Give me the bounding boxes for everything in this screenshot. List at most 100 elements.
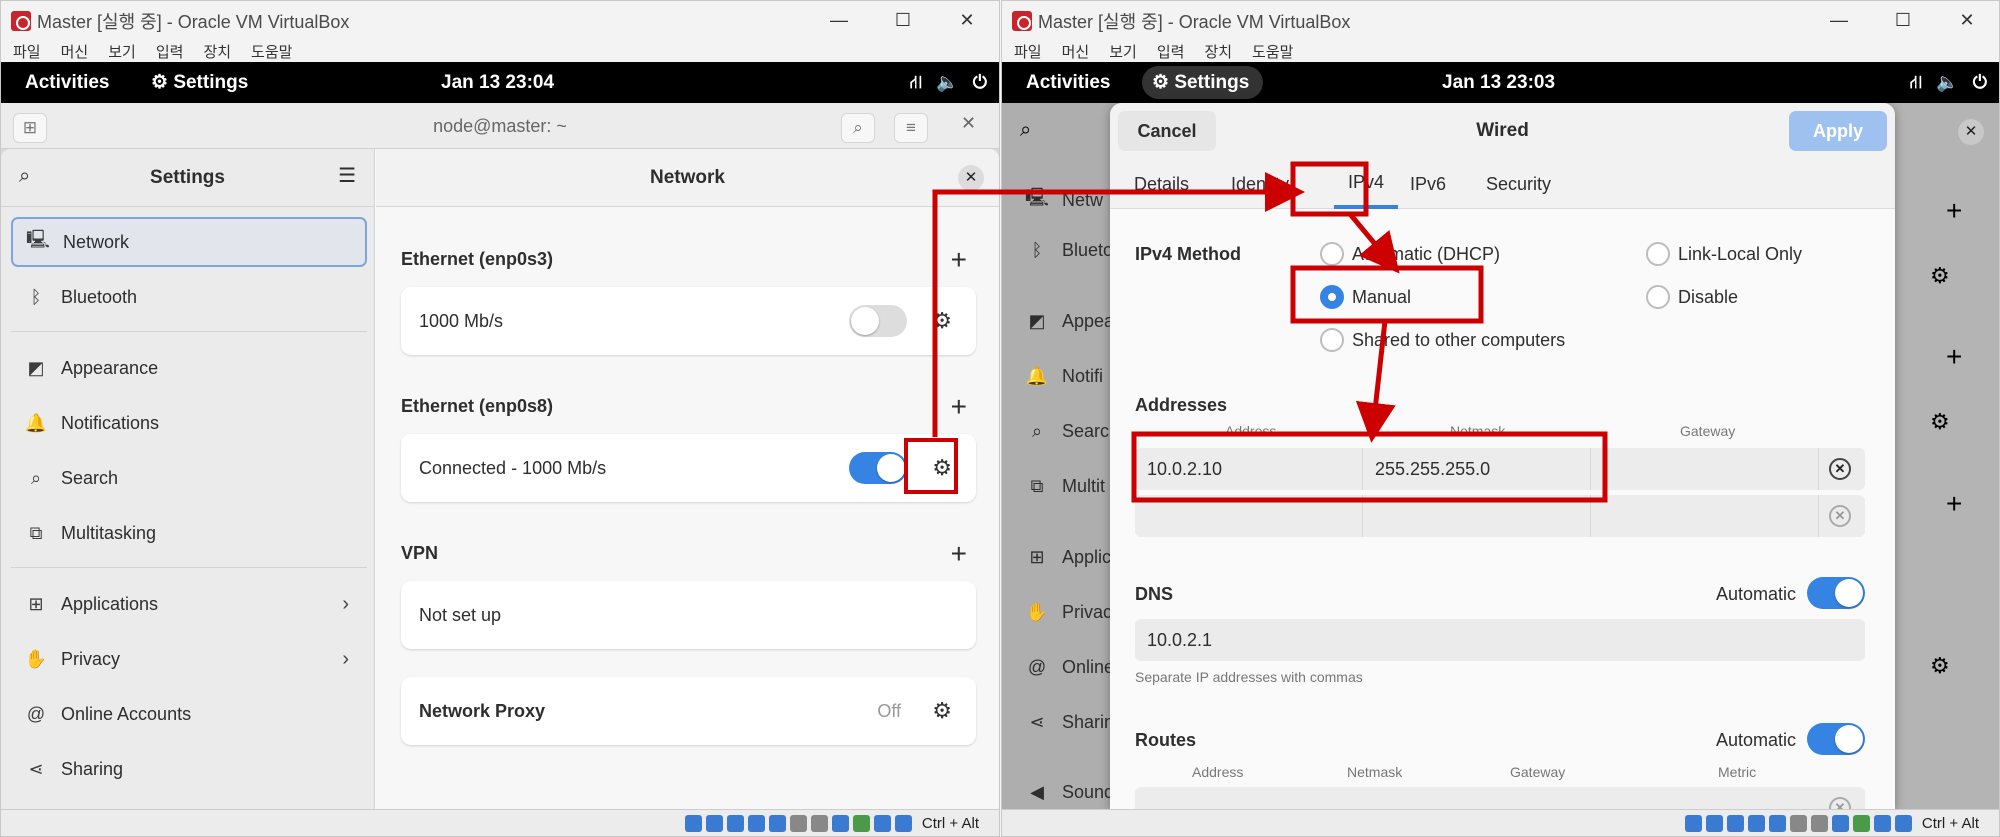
terminal-close-icon[interactable]: ✕ bbox=[961, 113, 976, 134]
share-icon: ⋖ bbox=[28, 758, 44, 779]
sidebar-item-bluetooth[interactable]: ᛒ Bluetooth bbox=[11, 272, 367, 322]
gateway-input[interactable] bbox=[1591, 495, 1819, 537]
dns-automatic-toggle[interactable] bbox=[1807, 577, 1865, 609]
netmask-input[interactable] bbox=[1363, 495, 1591, 537]
enp0s8-toggle[interactable] bbox=[849, 452, 907, 484]
sidebar-item-appearance[interactable]: ◩ Appearance bbox=[11, 343, 367, 393]
clock[interactable]: Jan 13 23:04 bbox=[441, 62, 554, 103]
gear-icon[interactable]: ⚙ bbox=[932, 287, 952, 355]
optical-icon[interactable] bbox=[1705, 814, 1723, 832]
menu-help[interactable]: 도움말 bbox=[251, 41, 292, 62]
network-icon: ⛙ bbox=[909, 72, 923, 92]
menu-machine[interactable]: 머신 bbox=[1062, 41, 1090, 62]
radio-link-local[interactable]: Link-Local Only bbox=[1646, 242, 1802, 266]
menu-machine[interactable]: 머신 bbox=[61, 41, 89, 62]
recording-icon[interactable] bbox=[1831, 814, 1849, 832]
window-titlebar[interactable]: Master [실행 중] - Oracle VM VirtualBox — ☐… bbox=[1, 1, 999, 40]
maximize-button[interactable]: ☐ bbox=[1871, 1, 1935, 40]
remove-route-icon[interactable]: ✕ bbox=[1829, 797, 1851, 809]
add-connection-button[interactable]: + bbox=[951, 246, 967, 274]
radio-shared[interactable]: Shared to other computers bbox=[1320, 328, 1565, 352]
app-menu-button[interactable]: ⚙ Settings bbox=[141, 66, 262, 99]
tab-security[interactable]: Security bbox=[1486, 159, 1551, 209]
keyboard-icon[interactable] bbox=[894, 814, 912, 832]
menu-input[interactable]: 입력 bbox=[156, 41, 184, 62]
shared-folder-icon[interactable] bbox=[789, 814, 807, 832]
menu-devices[interactable]: 장치 bbox=[203, 41, 231, 62]
system-tray[interactable]: ⛙ 🔈 ⏻ bbox=[1910, 62, 1987, 103]
network-adapter-icon[interactable] bbox=[747, 814, 765, 832]
usb-icon[interactable] bbox=[768, 814, 786, 832]
terminal-search-button[interactable]: ⌕ bbox=[841, 113, 875, 143]
routes-automatic-toggle[interactable] bbox=[1807, 723, 1865, 755]
gateway-input[interactable] bbox=[1591, 448, 1819, 490]
activities-button[interactable]: Activities bbox=[1014, 62, 1122, 103]
audio-icon[interactable] bbox=[1726, 814, 1744, 832]
network-adapter-icon[interactable] bbox=[1747, 814, 1765, 832]
menu-file[interactable]: 파일 bbox=[13, 41, 41, 62]
app-menu-button[interactable]: ⚙ Settings bbox=[1142, 66, 1264, 99]
clock[interactable]: Jan 13 23:03 bbox=[1442, 62, 1555, 103]
network-proxy-card[interactable]: Network Proxy Off ⚙ bbox=[401, 677, 976, 745]
recording-icon[interactable] bbox=[831, 814, 849, 832]
dns-input[interactable]: 10.0.2.1 bbox=[1135, 619, 1865, 661]
remove-address-icon[interactable]: ✕ bbox=[1829, 458, 1851, 480]
app-menu-label: Settings bbox=[173, 72, 249, 93]
display-icon[interactable] bbox=[1810, 814, 1828, 832]
menu-help[interactable]: 도움말 bbox=[1252, 41, 1293, 62]
cpu-icon[interactable] bbox=[852, 814, 870, 832]
menu-input[interactable]: 입력 bbox=[1157, 41, 1185, 62]
system-tray[interactable]: ⛙ 🔈 ⏻ bbox=[910, 62, 987, 103]
sidebar-item-network[interactable]: 🖳 Network bbox=[11, 217, 367, 267]
tab-details[interactable]: Details bbox=[1134, 159, 1189, 209]
menu-file[interactable]: 파일 bbox=[1014, 41, 1042, 62]
sidebar-item-applications[interactable]: ⊞ Applications › bbox=[11, 579, 367, 629]
sidebar-item-search[interactable]: ⌕ Search bbox=[11, 453, 367, 503]
shared-folder-icon[interactable] bbox=[1789, 814, 1807, 832]
usb-icon[interactable] bbox=[1768, 814, 1786, 832]
remove-address-icon[interactable]: ✕ bbox=[1829, 505, 1851, 527]
mouse-integration-icon[interactable] bbox=[1873, 814, 1891, 832]
sidebar-item-online-accounts[interactable]: @ Online Accounts bbox=[11, 689, 367, 739]
tab-ipv6[interactable]: IPv6 bbox=[1410, 159, 1446, 209]
window-titlebar[interactable]: Master [실행 중] - Oracle VM VirtualBox — ☐… bbox=[1002, 1, 1999, 40]
sidebar-item-notifications[interactable]: 🔔 Notifications bbox=[11, 398, 367, 448]
sidebar-item-multitasking[interactable]: ⧉ Multitasking bbox=[11, 508, 367, 558]
radio-manual[interactable]: Manual bbox=[1320, 285, 1411, 309]
enp0s3-toggle[interactable] bbox=[849, 305, 907, 337]
hdd-icon[interactable] bbox=[1684, 814, 1702, 832]
tab-ipv4[interactable]: IPv4 bbox=[1334, 159, 1399, 209]
hamburger-menu-icon[interactable]: ☰ bbox=[338, 163, 356, 188]
gear-icon[interactable]: ⚙ bbox=[932, 677, 952, 745]
add-connection-button[interactable]: + bbox=[951, 393, 967, 421]
radio-automatic-dhcp[interactable]: Automatic (DHCP) bbox=[1320, 242, 1500, 266]
address-input[interactable]: 10.0.2.10 bbox=[1135, 448, 1363, 490]
menu-view[interactable]: 보기 bbox=[108, 41, 136, 62]
add-vpn-button[interactable]: + bbox=[951, 540, 967, 568]
apps-grid-icon: ⊞ bbox=[1029, 547, 1045, 567]
maximize-button[interactable]: ☐ bbox=[871, 1, 935, 40]
address-input[interactable] bbox=[1135, 495, 1363, 537]
minimize-button[interactable]: — bbox=[807, 1, 871, 40]
menu-view[interactable]: 보기 bbox=[1109, 41, 1137, 62]
close-icon[interactable]: ✕ bbox=[958, 165, 984, 191]
terminal-menu-button[interactable]: ≡ bbox=[894, 113, 928, 143]
audio-icon[interactable] bbox=[726, 814, 744, 832]
apply-button[interactable]: Apply bbox=[1789, 111, 1887, 151]
radio-disable[interactable]: Disable bbox=[1646, 285, 1738, 309]
sidebar-item-privacy[interactable]: ✋ Privacy › bbox=[11, 634, 367, 684]
netmask-input[interactable]: 255.255.255.0 bbox=[1363, 448, 1591, 490]
keyboard-icon[interactable] bbox=[1894, 814, 1912, 832]
menu-devices[interactable]: 장치 bbox=[1204, 41, 1232, 62]
close-button[interactable]: ✕ bbox=[935, 1, 999, 40]
cpu-icon[interactable] bbox=[1852, 814, 1870, 832]
sidebar-item-sharing[interactable]: ⋖ Sharing bbox=[11, 744, 367, 794]
activities-button[interactable]: Activities bbox=[13, 62, 121, 103]
hdd-icon[interactable] bbox=[684, 814, 702, 832]
mouse-integration-icon[interactable] bbox=[873, 814, 891, 832]
display-icon[interactable] bbox=[810, 814, 828, 832]
minimize-button[interactable]: — bbox=[1807, 1, 1871, 40]
close-button[interactable]: ✕ bbox=[1935, 1, 1999, 40]
optical-icon[interactable] bbox=[705, 814, 723, 832]
tab-identity[interactable]: Identity bbox=[1231, 159, 1289, 209]
